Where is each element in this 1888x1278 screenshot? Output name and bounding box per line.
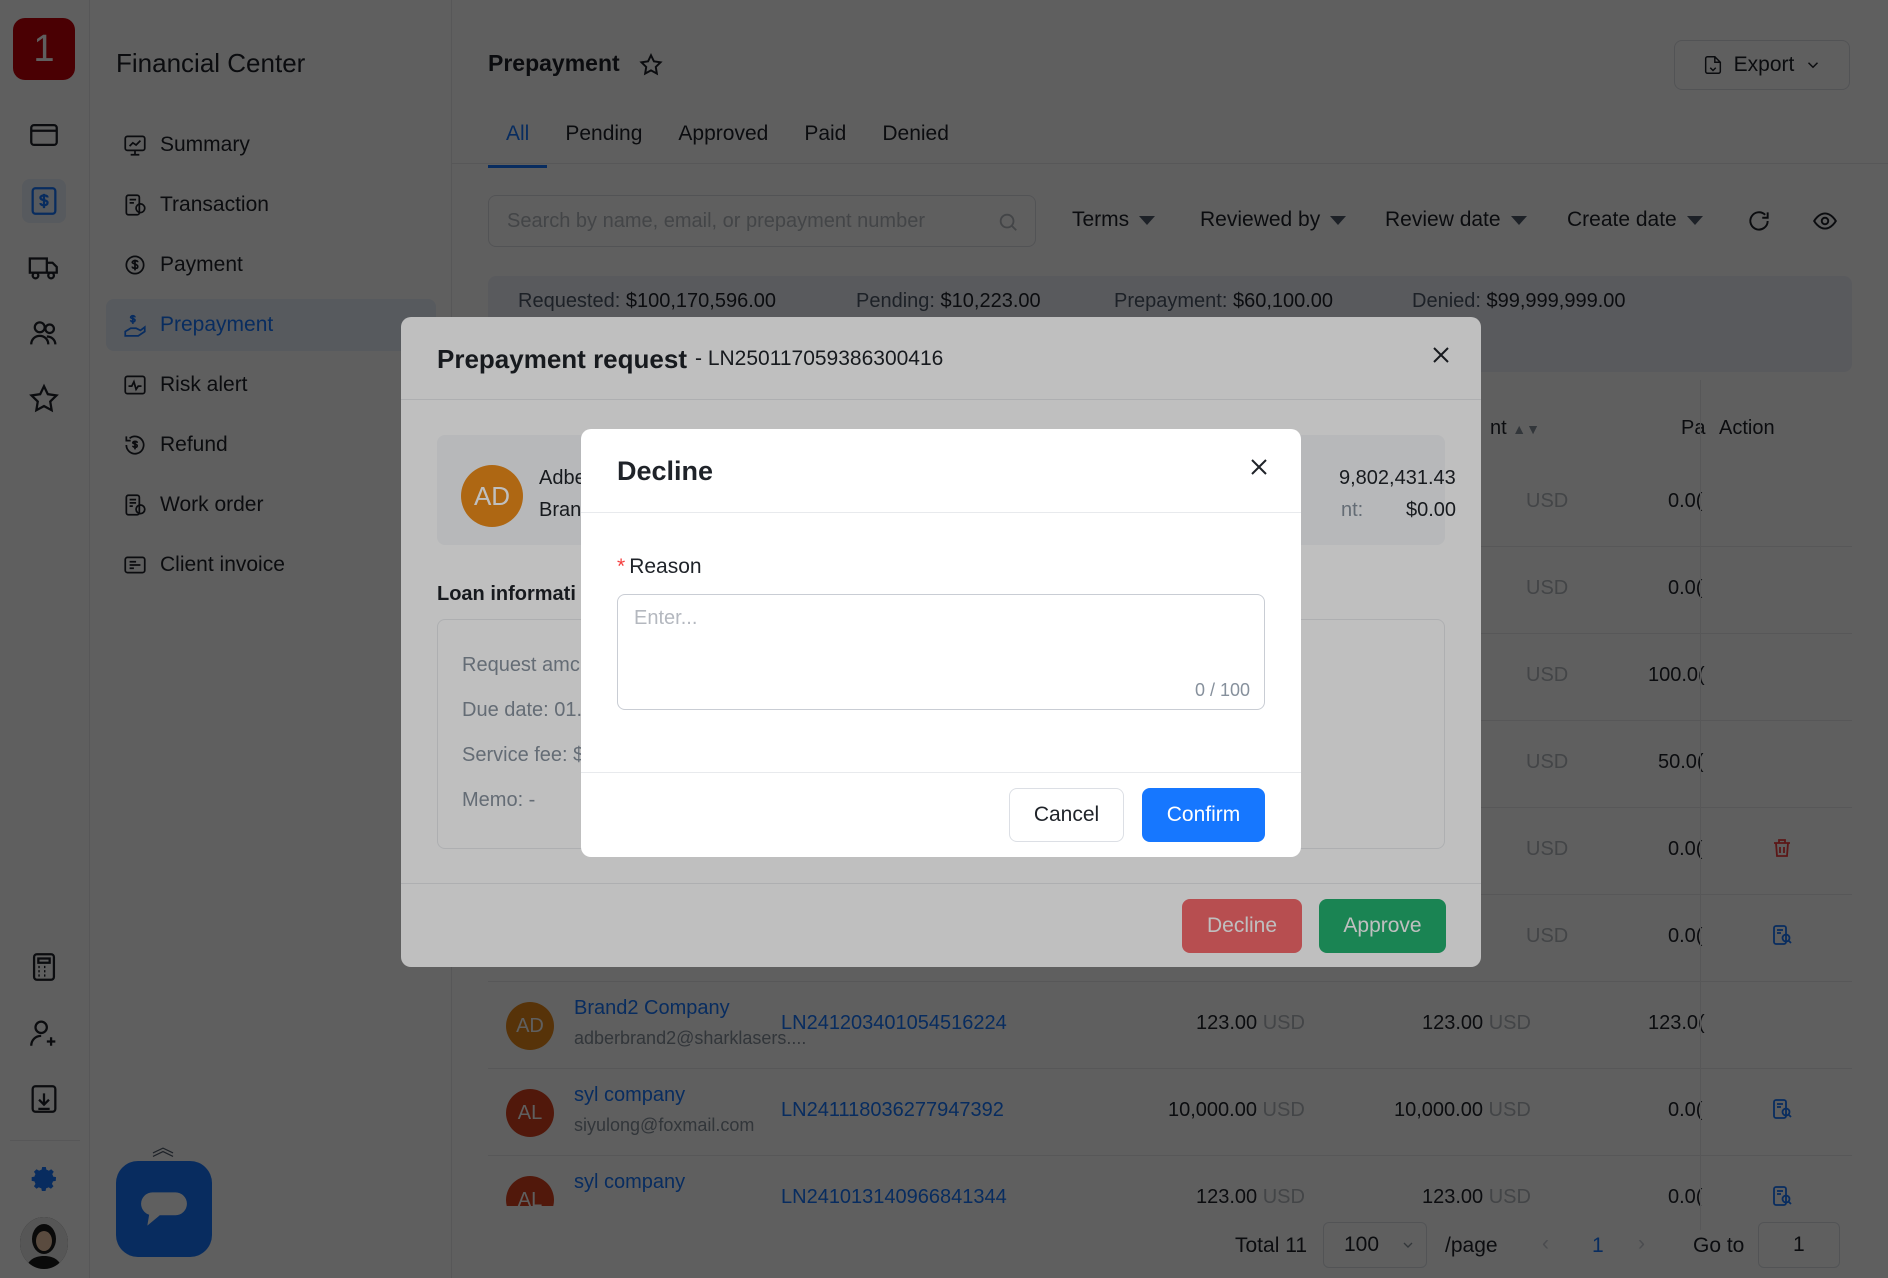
- character-counter: 0 / 100: [1194, 680, 1250, 700]
- decline-modal: Decline * Reason Enter... 0 / 100 Cancel …: [581, 429, 1301, 857]
- reason-placeholder: Enter...: [634, 607, 698, 629]
- modal-divider: [581, 512, 1301, 513]
- required-mark: *: [617, 555, 626, 578]
- cancel-button[interactable]: Cancel: [1009, 788, 1124, 842]
- modal-divider: [581, 772, 1301, 773]
- confirm-button[interactable]: Confirm: [1142, 788, 1265, 842]
- close-icon[interactable]: [1247, 455, 1271, 479]
- reason-textarea[interactable]: Enter... 0 / 100: [617, 594, 1265, 710]
- reason-label: * Reason: [617, 555, 702, 578]
- modal-title: Decline: [617, 456, 714, 486]
